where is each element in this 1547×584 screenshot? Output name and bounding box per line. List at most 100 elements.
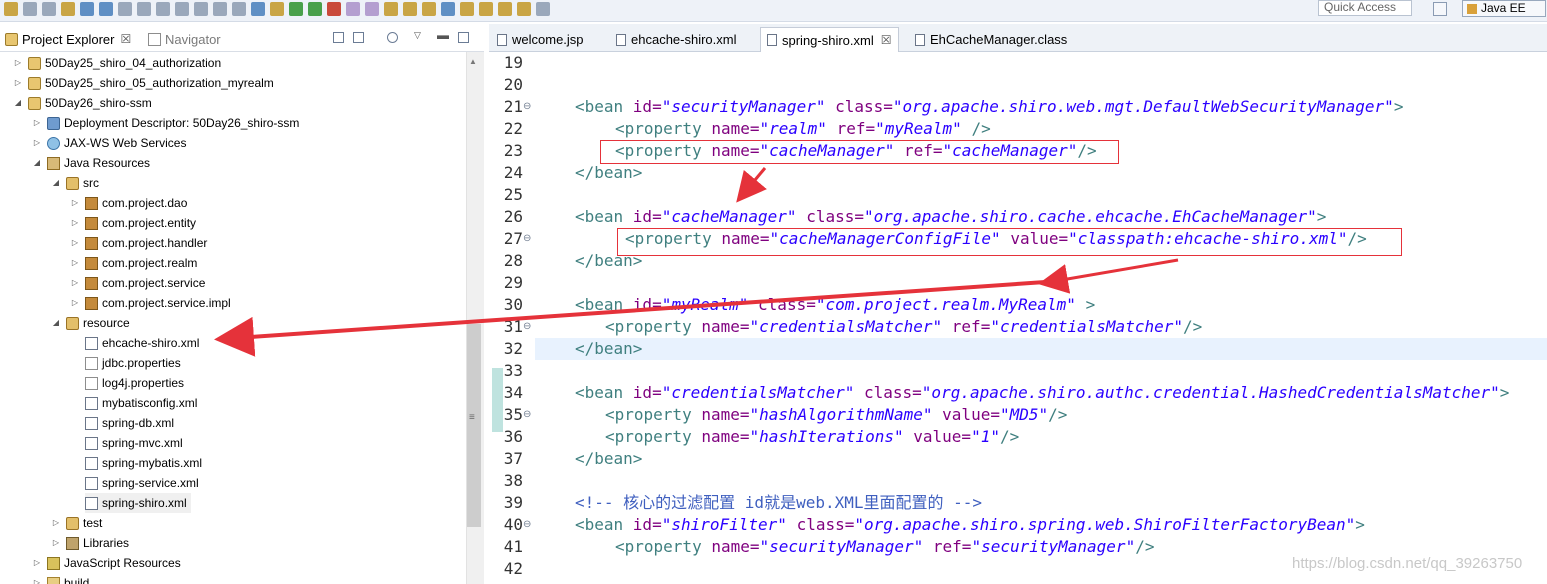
step-return-icon[interactable] [232,2,246,16]
tree-item[interactable]: ◢ src [50,173,99,193]
forward-icon[interactable] [536,2,550,16]
tree-item[interactable]: ▷ build [31,573,89,584]
scrollbar-thumb[interactable] [467,324,481,527]
deploy-icon[interactable] [270,2,284,16]
debug-icon[interactable] [289,2,303,16]
fold-icon[interactable]: ⊖ [523,316,533,338]
tree-item[interactable]: ◢ resource [50,313,130,333]
next-annotation-icon[interactable] [479,2,493,16]
suspend-icon[interactable] [137,2,151,16]
minimize-icon[interactable]: ▬ [437,28,449,42]
tree-item-selected[interactable]: spring-shiro.xml [85,493,191,513]
scroll-up-icon[interactable]: ▲ [469,57,477,66]
previous-annotation-icon[interactable] [498,2,512,16]
tree-item[interactable]: ▷ com.project.realm [69,253,197,273]
tree-item[interactable]: mybatisconfig.xml [85,393,197,413]
code-editor[interactable]: <bean id="securityManager" class="org.ap… [535,52,1547,584]
fold-icon[interactable]: ⊖ [523,514,533,536]
link-with-editor-icon[interactable] [353,32,364,43]
tree-item[interactable]: jdbc.properties [85,353,181,373]
expand-arrow-icon[interactable]: ▷ [50,513,62,533]
collapse-arrow-icon[interactable]: ◢ [12,93,24,113]
expand-arrow-icon[interactable]: ▷ [50,533,62,553]
expand-arrow-icon[interactable]: ▷ [31,553,43,573]
save-all-icon[interactable] [42,2,56,16]
new-icon[interactable] [4,2,18,16]
perspective-java-ee-button[interactable]: Java EE [1462,0,1546,17]
tree-item[interactable]: ▷ Libraries [50,533,129,553]
expand-arrow-icon[interactable]: ▷ [69,253,81,273]
tree-item[interactable]: ▷ 50Day25_shiro_04_authorization [12,53,221,73]
skip-breakpoints-icon[interactable] [99,2,113,16]
tab-ehcachemanager-class[interactable]: EhCacheManager.class [909,27,1073,52]
tree-item[interactable]: ▷ com.project.entity [69,213,196,233]
globe-icon[interactable] [441,2,455,16]
external-tools-icon[interactable] [327,2,341,16]
expand-arrow-icon[interactable]: ▷ [31,113,43,133]
tree-item[interactable]: ▷ 50Day25_shiro_05_authorization_myrealm [12,73,274,93]
expand-arrow-icon[interactable]: ▷ [69,293,81,313]
new-java-class-icon[interactable] [365,2,379,16]
resume-icon[interactable] [118,2,132,16]
step-into-icon[interactable] [194,2,208,16]
tree-item[interactable]: spring-mvc.xml [85,433,183,453]
disconnect-icon[interactable] [175,2,189,16]
tab-project-explorer[interactable]: Project Explorer ☒ [5,28,131,50]
expand-arrow-icon[interactable]: ▷ [31,573,43,584]
search-icon[interactable] [422,2,436,16]
expand-arrow-icon[interactable]: ▷ [69,213,81,233]
open-perspective-icon[interactable] [1433,2,1447,16]
tree-item[interactable]: ehcache-shiro.xml [85,333,199,353]
tree-item[interactable]: ▷ com.project.service.impl [69,293,231,313]
tree-item[interactable]: ▷ JavaScript Resources [31,553,181,573]
close-icon[interactable]: ☒ [881,33,892,47]
tree-item[interactable]: ▷ com.project.handler [69,233,207,253]
expand-arrow-icon[interactable]: ▷ [69,193,81,213]
collapse-arrow-icon[interactable]: ◢ [50,173,62,193]
collapse-arrow-icon[interactable]: ◢ [31,153,43,173]
terminal-icon[interactable] [80,2,94,16]
tree-item-label: spring-db.xml [102,416,175,430]
fold-icon[interactable]: ⊖ [523,404,533,426]
new-java-package-icon[interactable] [346,2,360,16]
fold-icon[interactable]: ⊖ [523,96,533,118]
expand-arrow-icon[interactable]: ▷ [12,53,24,73]
tree-item[interactable]: ◢ Java Resources [31,153,150,173]
expand-arrow-icon[interactable]: ▷ [69,233,81,253]
back-icon[interactable] [517,2,531,16]
open-task-icon[interactable] [403,2,417,16]
annotation-icon[interactable] [460,2,474,16]
tab-navigator[interactable]: Navigator [148,28,221,50]
filter-icon[interactable] [387,32,398,43]
expand-arrow-icon[interactable]: ▷ [69,273,81,293]
tree-item[interactable]: spring-db.xml [85,413,174,433]
expand-arrow-icon[interactable]: ▷ [12,73,24,93]
tab-spring-shiro-xml[interactable]: spring-shiro.xml ☒ [760,27,899,52]
save-icon[interactable] [23,2,37,16]
quick-access-input[interactable]: Quick Access [1318,0,1412,16]
collapse-arrow-icon[interactable]: ◢ [50,313,62,333]
tree-item[interactable]: ▷ JAX-WS Web Services [31,133,187,153]
tree-item[interactable]: ▷ com.project.service [69,273,205,293]
run-icon[interactable] [308,2,322,16]
collapse-all-icon[interactable] [333,32,344,43]
tree-item[interactable]: ▷ Deployment Descriptor: 50Day26_shiro-ss… [31,113,300,133]
close-icon[interactable]: ☒ [120,32,131,46]
tree-item[interactable]: ▷ test [50,513,102,533]
step-over-icon[interactable] [213,2,227,16]
maximize-icon[interactable] [458,32,469,43]
tree-item[interactable]: spring-service.xml [85,473,199,493]
tree-item[interactable]: ▷ com.project.dao [69,193,187,213]
tab-welcome-jsp[interactable]: welcome.jsp [491,27,590,52]
view-menu-icon[interactable]: ▽ [414,30,421,41]
tree-item[interactable]: spring-mybatis.xml [85,453,202,473]
tab-ehcache-shiro-xml[interactable]: ehcache-shiro.xml [610,27,743,52]
server-icon[interactable] [251,2,265,16]
tree-item[interactable]: log4j.properties [85,373,184,393]
fold-icon[interactable]: ⊖ [523,228,533,250]
tree-item[interactable]: ◢ 50Day26_shiro-ssm [12,93,152,113]
open-type-icon[interactable] [384,2,398,16]
expand-arrow-icon[interactable]: ▷ [31,133,43,153]
terminate-icon[interactable] [156,2,170,16]
build-icon[interactable] [61,2,75,16]
